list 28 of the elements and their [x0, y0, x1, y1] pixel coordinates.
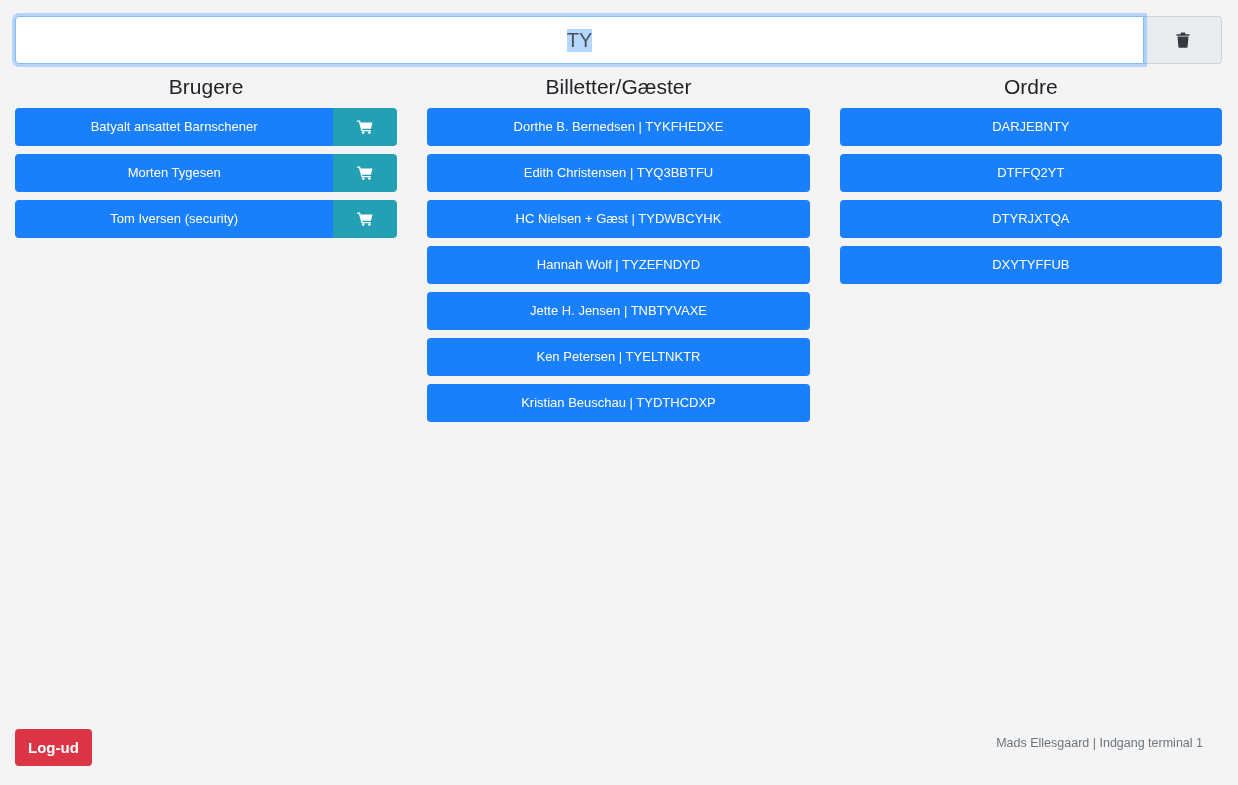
- ticket-button[interactable]: Ken Petersen | TYELTNKTR: [427, 338, 810, 376]
- column-heading: Billetter/Gæster: [544, 74, 693, 99]
- cart-icon: [357, 212, 374, 226]
- order-button[interactable]: DXYTYFFUB: [839, 246, 1222, 284]
- logout-button[interactable]: Log-ud: [15, 729, 92, 766]
- cart-icon: [357, 166, 374, 180]
- ticket-button[interactable]: Hannah Wolf | TYZEFNDYD: [427, 246, 810, 284]
- trash-button[interactable]: [1144, 16, 1222, 64]
- user-button[interactable]: Batyalt ansattet Barnschener: [15, 108, 334, 146]
- ticket-button[interactable]: Kristian Beuschau | TYDTHCDXP: [427, 384, 810, 422]
- user-button[interactable]: Tom Iversen (security): [15, 200, 334, 238]
- order-button[interactable]: DARJEBNTY: [839, 108, 1222, 146]
- ticket-button[interactable]: Dorthe B. Bernedsen | TYKFHEDXE: [427, 108, 810, 146]
- cart-icon: [357, 120, 374, 134]
- cart-button[interactable]: [333, 108, 398, 146]
- search-field[interactable]: TY: [15, 16, 1144, 64]
- ticket-button[interactable]: HC Nielsen + Gæst | TYDWBCYHK: [427, 200, 810, 238]
- column-heading: Brugere: [167, 74, 245, 99]
- ticket-button[interactable]: Jette H. Jensen | TNBTYVAXE: [427, 292, 810, 330]
- cart-button[interactable]: [333, 200, 398, 238]
- status-text: Mads Ellesgaard | Indgang terminal 1: [996, 736, 1203, 750]
- trash-icon: [1175, 32, 1190, 48]
- cart-button[interactable]: [333, 154, 398, 192]
- ticket-button[interactable]: Edith Christensen | TYQ3BBTFU: [427, 154, 810, 192]
- order-button[interactable]: DTFFQ2YT: [839, 154, 1222, 192]
- user-button[interactable]: Morten Tygesen: [15, 154, 334, 192]
- order-button[interactable]: DTYRJXTQA: [839, 200, 1222, 238]
- column-heading: Ordre: [1003, 74, 1059, 99]
